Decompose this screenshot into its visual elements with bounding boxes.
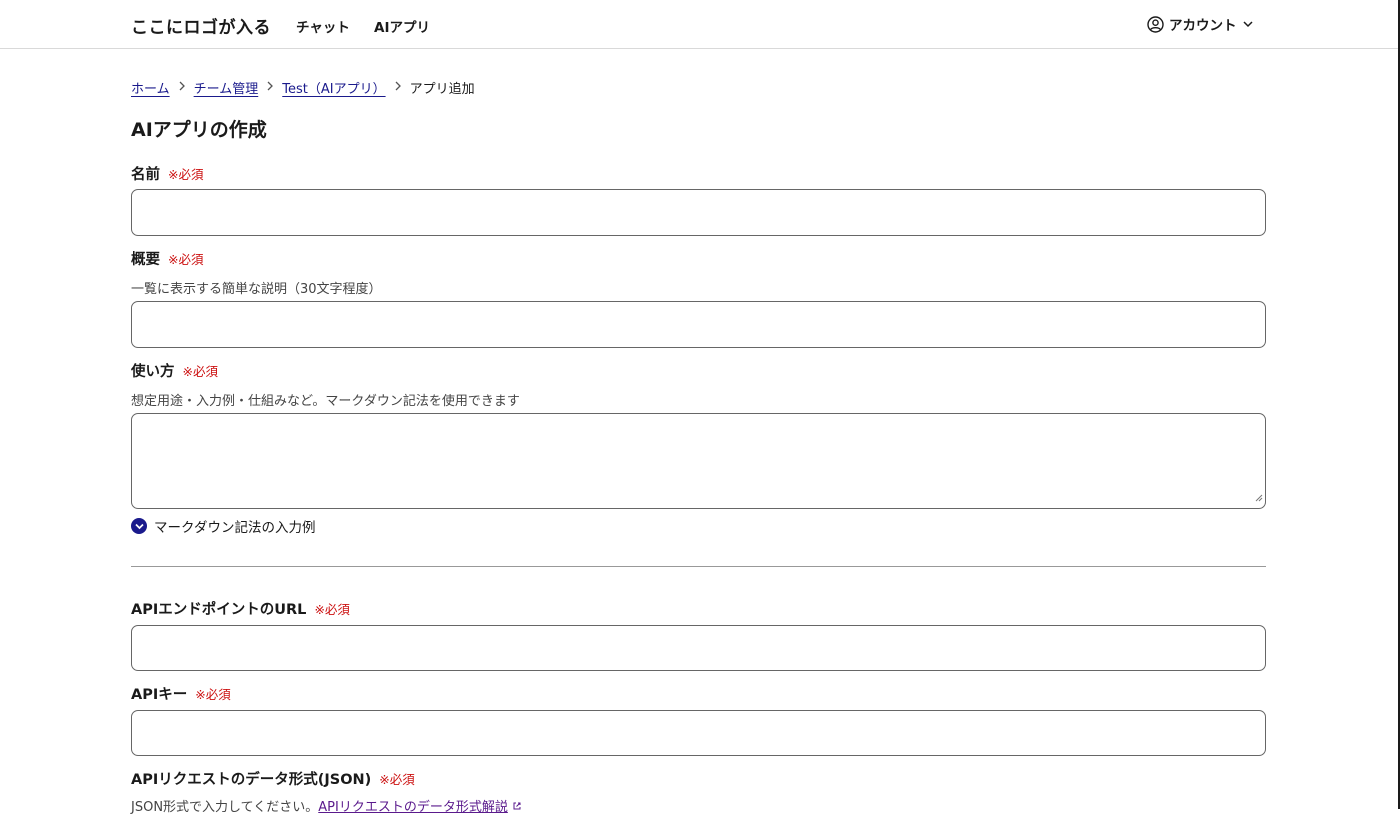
required-mark: ※必須	[379, 772, 415, 787]
account-menu[interactable]: アカウント	[1147, 14, 1254, 34]
breadcrumb: ホーム チーム管理 Test（AIアプリ） アプリ追加	[131, 78, 475, 97]
apikey-label-text: APIキー	[131, 687, 188, 703]
summary-label-text: 概要	[131, 252, 160, 268]
breadcrumb-home[interactable]: ホーム	[131, 78, 170, 97]
breadcrumb-team-management[interactable]: チーム管理	[194, 78, 259, 97]
nav-chat[interactable]: チャット	[296, 16, 350, 36]
external-link-icon	[512, 800, 522, 815]
name-label-text: 名前	[131, 167, 160, 183]
chevron-right-icon	[170, 81, 194, 94]
logo[interactable]: ここにロゴが入る	[131, 13, 271, 38]
usage-textarea[interactable]	[131, 413, 1266, 509]
usage-label: 使い方 ※必須	[131, 360, 218, 381]
usage-label-text: 使い方	[131, 364, 175, 380]
chevron-down-icon	[131, 518, 147, 534]
name-label: 名前 ※必須	[131, 163, 203, 184]
name-input[interactable]	[131, 189, 1266, 236]
apikey-label: APIキー ※必須	[131, 683, 231, 704]
apikey-input[interactable]	[131, 710, 1266, 756]
chevron-down-icon	[1242, 18, 1254, 30]
required-mark: ※必須	[168, 167, 204, 182]
markdown-example-toggle[interactable]: マークダウン記法の入力例	[131, 516, 315, 536]
resize-grip-icon[interactable]	[1255, 487, 1263, 506]
summary-help: 一覧に表示する簡単な説明（30文字程度）	[131, 282, 382, 297]
endpoint-input[interactable]	[131, 625, 1266, 671]
app-header: ここにロゴが入る チャット AIアプリ アカウント	[0, 0, 1400, 49]
endpoint-label: APIエンドポイントのURL ※必須	[131, 598, 350, 619]
breadcrumb-team[interactable]: Test（AIアプリ）	[282, 78, 385, 97]
json-format-doc-link[interactable]: APIリクエストのデータ形式解説	[318, 800, 508, 815]
json-label: APIリクエストのデータ形式(JSON) ※必須	[131, 768, 415, 789]
json-help-text: JSON形式で入力してください。	[131, 800, 319, 815]
markdown-toggle-label: マークダウン記法の入力例	[154, 520, 316, 536]
chevron-right-icon	[386, 81, 410, 94]
required-mark: ※必須	[182, 364, 218, 379]
required-mark: ※必須	[314, 602, 350, 617]
json-label-text: APIリクエストのデータ形式(JSON)	[131, 772, 372, 788]
nav-ai-app[interactable]: AIアプリ	[374, 16, 430, 36]
json-help: JSON形式で入力してください。APIリクエストのデータ形式解説	[131, 796, 522, 815]
account-label: アカウント	[1169, 18, 1237, 34]
chevron-right-icon	[258, 81, 282, 94]
account-icon	[1147, 15, 1164, 33]
endpoint-label-text: APIエンドポイントのURL	[131, 602, 307, 618]
page-title: AIアプリの作成	[131, 119, 267, 141]
summary-input[interactable]	[131, 301, 1266, 348]
section-divider	[131, 566, 1266, 567]
breadcrumb-current: アプリ追加	[409, 82, 475, 97]
required-mark: ※必須	[195, 687, 231, 702]
required-mark: ※必須	[168, 252, 204, 267]
summary-label: 概要 ※必須	[131, 248, 203, 269]
usage-help: 想定用途・入力例・仕組みなど。マークダウン記法を使用できます	[131, 394, 520, 409]
